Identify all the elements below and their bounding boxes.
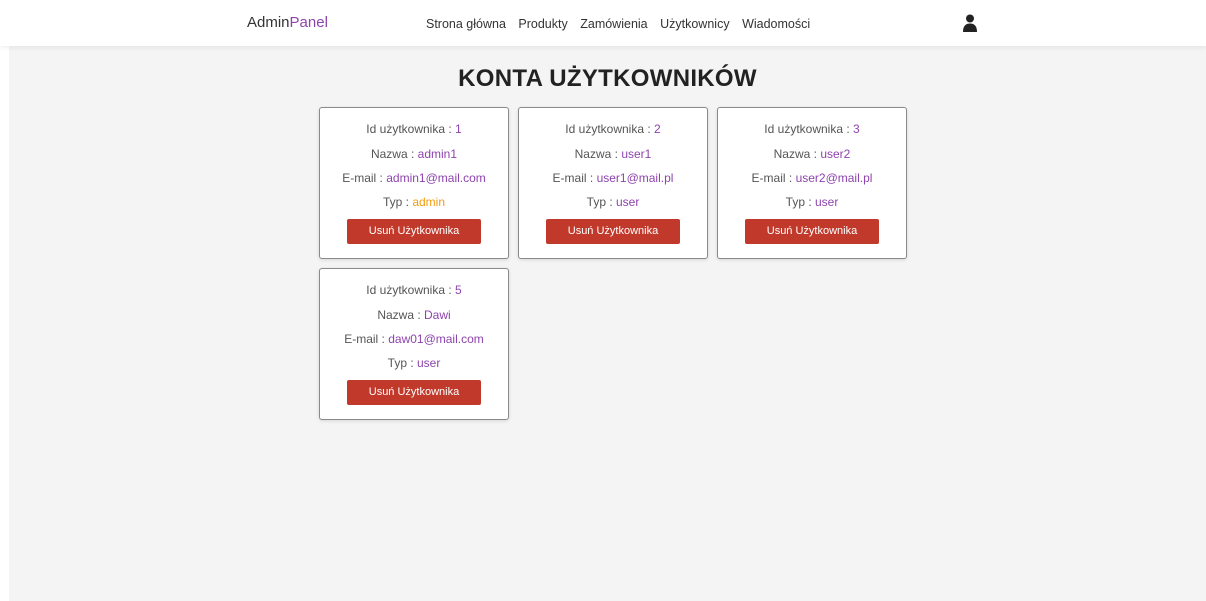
navbar: AdminPanel Strona główna Produkty Zamówi… xyxy=(0,0,1206,46)
user-email-value: daw01@mail.com xyxy=(388,332,484,346)
user-name-label: Nazwa : xyxy=(377,308,424,322)
user-type-value: user xyxy=(815,195,839,209)
delete-user-button[interactable]: Usuń Użytkownika xyxy=(546,219,680,244)
delete-user-button[interactable]: Usuń Użytkownika xyxy=(347,219,481,244)
nav-link-users[interactable]: Użytkownicy xyxy=(660,17,729,31)
user-type-label: Typ : xyxy=(382,195,413,209)
brand-logo[interactable]: AdminPanel xyxy=(247,14,328,31)
user-name-label: Nazwa : xyxy=(773,147,821,161)
user-email-value: admin1@mail.com xyxy=(386,171,486,185)
user-id-label: Id użytkownika : xyxy=(565,122,655,136)
brand-main: Admin xyxy=(247,14,290,31)
user-email-row: E-mail : user1@mail.pl xyxy=(519,171,707,185)
user-email-label: E-mail : xyxy=(751,171,796,185)
user-id-row: Id użytkownika : 1 xyxy=(320,122,508,136)
user-name-row: Nazwa : user1 xyxy=(519,147,707,161)
user-email-label: E-mail : xyxy=(344,332,389,346)
nav-link-orders[interactable]: Zamówienia xyxy=(580,17,647,31)
user-email-value: user2@mail.pl xyxy=(795,171,873,185)
user-card: Id użytkownika : 2 Nazwa : user1 E-mail … xyxy=(518,107,708,259)
user-id-row: Id użytkownika : 5 xyxy=(320,283,508,297)
user-id-value: 2 xyxy=(654,122,661,136)
user-type-row: Typ : user xyxy=(320,356,508,370)
nav-links: Strona główna Produkty Zamówienia Użytko… xyxy=(426,17,819,31)
user-email-row: E-mail : daw01@mail.com xyxy=(320,332,508,346)
user-name-label: Nazwa : xyxy=(574,147,622,161)
user-id-label: Id użytkownika : xyxy=(366,283,456,297)
user-id-row: Id użytkownika : 3 xyxy=(718,122,906,136)
nav-link-products[interactable]: Produkty xyxy=(518,17,567,31)
user-email-value: user1@mail.pl xyxy=(596,171,674,185)
user-email-row: E-mail : user2@mail.pl xyxy=(718,171,906,185)
user-card: Id użytkownika : 5 Nazwa : Dawi E-mail :… xyxy=(319,268,509,420)
user-name-value: Dawi xyxy=(424,308,451,322)
user-icon[interactable] xyxy=(963,14,977,32)
user-type-label: Typ : xyxy=(387,356,417,370)
user-email-label: E-mail : xyxy=(342,171,387,185)
delete-user-button[interactable]: Usuń Użytkownika xyxy=(745,219,879,244)
user-name-value: admin1 xyxy=(417,147,458,161)
user-name-row: Nazwa : user2 xyxy=(718,147,906,161)
user-name-value: user1 xyxy=(621,147,652,161)
user-type-row: Typ : user xyxy=(718,195,906,209)
user-id-value: 3 xyxy=(853,122,860,136)
user-card: Id użytkownika : 3 Nazwa : user2 E-mail … xyxy=(717,107,907,259)
user-type-label: Typ : xyxy=(586,195,616,209)
user-type-label: Typ : xyxy=(785,195,815,209)
user-type-value: user xyxy=(616,195,640,209)
delete-user-button[interactable]: Usuń Użytkownika xyxy=(347,380,481,405)
user-id-row: Id użytkownika : 2 xyxy=(519,122,707,136)
user-name-row: Nazwa : admin1 xyxy=(320,147,508,161)
main-content: KONTA UŻYTKOWNIKÓW Id użytkownika : 1 Na… xyxy=(9,46,1206,601)
user-email-row: E-mail : admin1@mail.com xyxy=(320,171,508,185)
user-id-label: Id użytkownika : xyxy=(366,122,456,136)
user-id-label: Id użytkownika : xyxy=(764,122,854,136)
user-card: Id użytkownika : 1 Nazwa : admin1 E-mail… xyxy=(319,107,509,259)
user-id-value: 5 xyxy=(455,283,462,297)
user-name-value: user2 xyxy=(820,147,851,161)
user-type-row: Typ : user xyxy=(519,195,707,209)
user-name-row: Nazwa : Dawi xyxy=(320,308,508,322)
user-name-label: Nazwa : xyxy=(370,147,418,161)
nav-link-messages[interactable]: Wiadomości xyxy=(742,17,810,31)
page-title: KONTA UŻYTKOWNIKÓW xyxy=(458,65,757,92)
user-type-value: user xyxy=(417,356,441,370)
user-id-value: 1 xyxy=(455,122,462,136)
user-type-row: Typ : admin xyxy=(320,195,508,209)
user-email-label: E-mail : xyxy=(552,171,597,185)
nav-link-home[interactable]: Strona główna xyxy=(426,17,506,31)
brand-accent: Panel xyxy=(289,14,328,31)
user-type-value: admin xyxy=(412,195,446,209)
